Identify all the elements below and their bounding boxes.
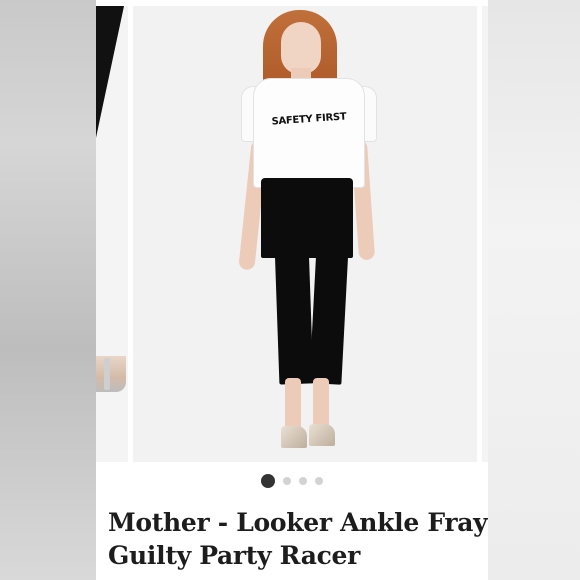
pagination-dot-1[interactable] — [261, 474, 275, 488]
model-face — [281, 22, 321, 74]
product-screen: SAFETY FIRST Mother - Looker Ankle Fray … — [96, 0, 488, 580]
prev-slide-sandal-strap — [104, 358, 110, 390]
blurred-backdrop-left — [0, 0, 96, 580]
pagination-dot-3[interactable] — [299, 477, 307, 485]
prev-slide-sandal — [96, 356, 126, 392]
previous-slide-peek[interactable] — [96, 6, 128, 462]
product-title: Mother - Looker Ankle Fray Guilty Party … — [108, 508, 488, 570]
blurred-backdrop-right — [484, 0, 580, 580]
model-ankle-right — [313, 378, 329, 428]
model-tshirt — [253, 78, 365, 188]
model-ankle-left — [285, 378, 301, 430]
model-jeans-leg-left — [274, 243, 314, 385]
carousel-pagination — [96, 474, 488, 488]
next-slide-peek[interactable] — [482, 6, 488, 462]
pagination-dot-4[interactable] — [315, 477, 323, 485]
pagination-dot-2[interactable] — [283, 477, 291, 485]
prev-slide-jeans — [96, 6, 124, 156]
model-jeans-leg-right — [309, 243, 349, 385]
image-carousel[interactable]: SAFETY FIRST — [96, 6, 488, 462]
model-heel-right — [309, 424, 335, 446]
product-photo[interactable]: SAFETY FIRST — [133, 6, 477, 462]
model-heel-left — [281, 426, 307, 448]
